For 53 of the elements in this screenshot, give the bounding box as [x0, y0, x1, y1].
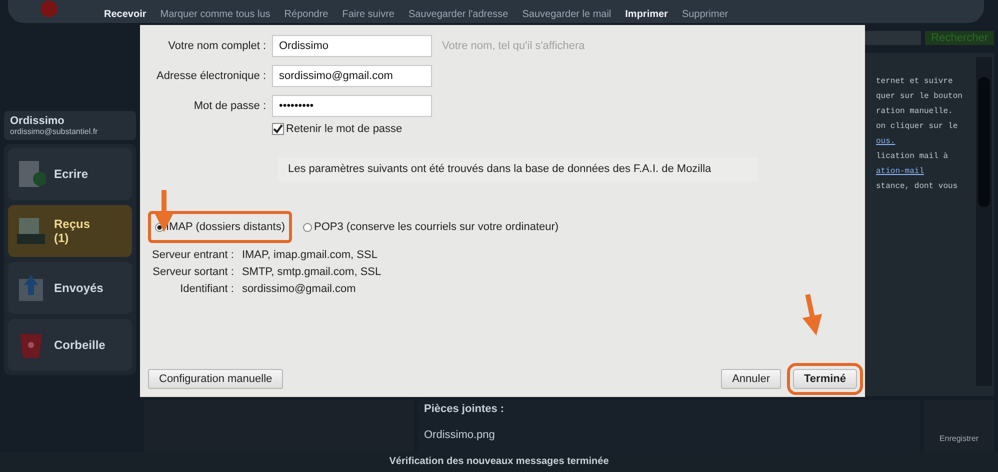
- toolbar-button[interactable]: Recevoir: [104, 9, 146, 20]
- radio-option[interactable]: POP3 (conserve les courriels sur votre ordinateur): [296, 211, 566, 243]
- folder-button[interactable]: Reçus (1): [8, 205, 132, 257]
- document-icon: [16, 159, 46, 189]
- toolbar-button[interactable]: Supprimer: [682, 9, 728, 20]
- tray-icon: [16, 216, 46, 246]
- field-label: Adresse électronique :: [156, 70, 266, 82]
- field-label: Mot de passe :: [192, 100, 266, 112]
- toolbar-button[interactable]: Sauvegarder l'adresse: [408, 9, 508, 20]
- checkmark-icon: [273, 124, 283, 134]
- link[interactable]: ous.: [876, 137, 972, 146]
- attachment-file[interactable]: Ordissimo.png: [424, 429, 914, 441]
- folder-button[interactable]: Corbeille: [8, 319, 132, 371]
- message-text: stance, dont vous: [876, 182, 959, 191]
- server-value: sordissimo@gmail.com: [242, 283, 357, 295]
- message-text: quer sur le bouton: [876, 92, 964, 101]
- toolbar-button[interactable]: Faire suivre: [342, 9, 394, 20]
- save-button[interactable]: Enregistrer: [924, 400, 994, 452]
- field-label: Votre nom complet :: [167, 40, 266, 52]
- scrollbar[interactable]: [976, 57, 992, 386]
- server-label: Serveur entrant :: [152, 249, 234, 261]
- toolbar-button[interactable]: Sauvegarder le mail: [522, 9, 612, 20]
- folder-button[interactable]: Ecrire: [8, 148, 132, 200]
- server-label: Identifiant :: [179, 283, 234, 295]
- attachments-title: Pièces jointes :: [424, 403, 506, 415]
- message-text: lication mail à: [876, 152, 950, 161]
- field-hint: Votre nom, tel qu'il s'affichera: [442, 40, 585, 52]
- checkbox-label: Retenir le mot de passe: [286, 123, 402, 135]
- account-name: Ordissimo: [10, 115, 66, 127]
- info-message: Les paramètres suivants ont été trouvés dans la base de données des F.A.I. de Mozilla: [278, 157, 758, 181]
- dialog-button[interactable]: Annuler: [721, 369, 782, 389]
- callout-arrow: [802, 294, 822, 336]
- toolbar-button[interactable]: Marquer comme tous lus: [160, 9, 270, 20]
- link[interactable]: ation-mail: [876, 167, 972, 176]
- toolbar-button[interactable]: Imprimer: [625, 9, 668, 20]
- checkbox[interactable]: [272, 123, 284, 135]
- message-text: ternet et suivre: [876, 77, 954, 86]
- logo-icon: [38, 0, 60, 18]
- input-field[interactable]: sordissimo@gmail.com: [272, 65, 432, 87]
- upload-icon: [16, 273, 46, 303]
- input-field[interactable]: Ordissimo: [272, 35, 432, 57]
- server-value: IMAP, imap.gmail.com, SSL: [242, 249, 378, 261]
- message-text: ration manuelle.: [876, 107, 954, 116]
- folder-button[interactable]: Envoyés: [8, 262, 132, 314]
- toolbar-button[interactable]: Répondre: [284, 9, 328, 20]
- remember-password-checkbox[interactable]: Retenir le mot de passe: [272, 123, 857, 135]
- server-label: Serveur sortant :: [152, 266, 234, 278]
- message-text: on cliquer sur le: [876, 122, 959, 131]
- radio-button[interactable]: [303, 222, 312, 232]
- dialog-button[interactable]: Configuration manuelle: [148, 369, 284, 389]
- account-email: ordissimo@substantiel.fr: [10, 127, 99, 136]
- server-value: SMTP, smtp.gmail.com, SSL: [242, 266, 382, 278]
- input-field[interactable]: •••••••••: [272, 95, 432, 117]
